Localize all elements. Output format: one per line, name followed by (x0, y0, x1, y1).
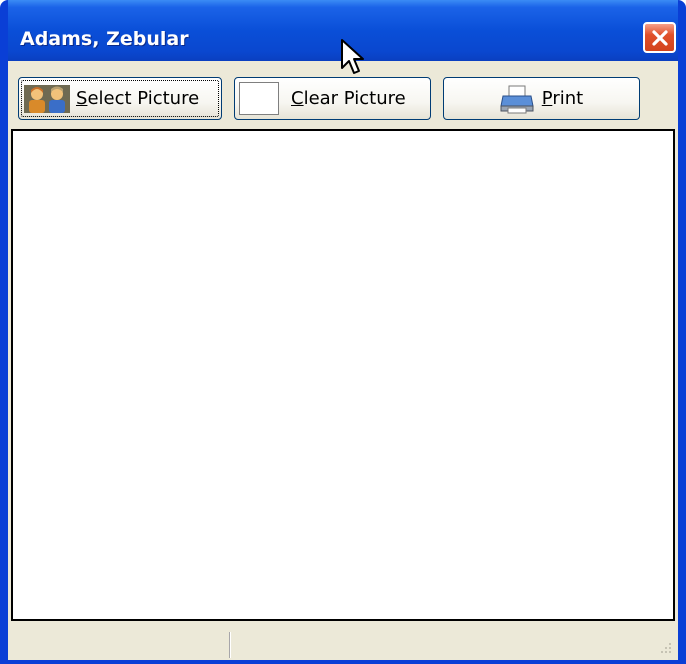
select-picture-label: Select Picture (76, 88, 200, 109)
window-title: Adams, Zebular (20, 28, 189, 50)
clear-picture-button[interactable]: Clear Picture (234, 77, 431, 120)
print-label: Print (541, 88, 584, 109)
print-button[interactable]: Print (443, 77, 640, 120)
close-button[interactable] (643, 22, 676, 53)
resize-grip-icon[interactable] (654, 638, 674, 658)
status-separator (229, 632, 231, 658)
printer-icon (500, 85, 534, 113)
clear-picture-label: Clear Picture (291, 88, 406, 109)
select-picture-button[interactable]: Select Picture (18, 77, 222, 120)
app-window: Adams, Zebular Select Picture Clear Pict… (0, 0, 686, 664)
blank-picture-icon (239, 82, 279, 115)
status-bar (8, 626, 678, 660)
people-icon (24, 85, 70, 113)
mouse-cursor-icon (341, 39, 364, 74)
close-icon (651, 29, 668, 46)
picture-area[interactable] (11, 129, 675, 621)
